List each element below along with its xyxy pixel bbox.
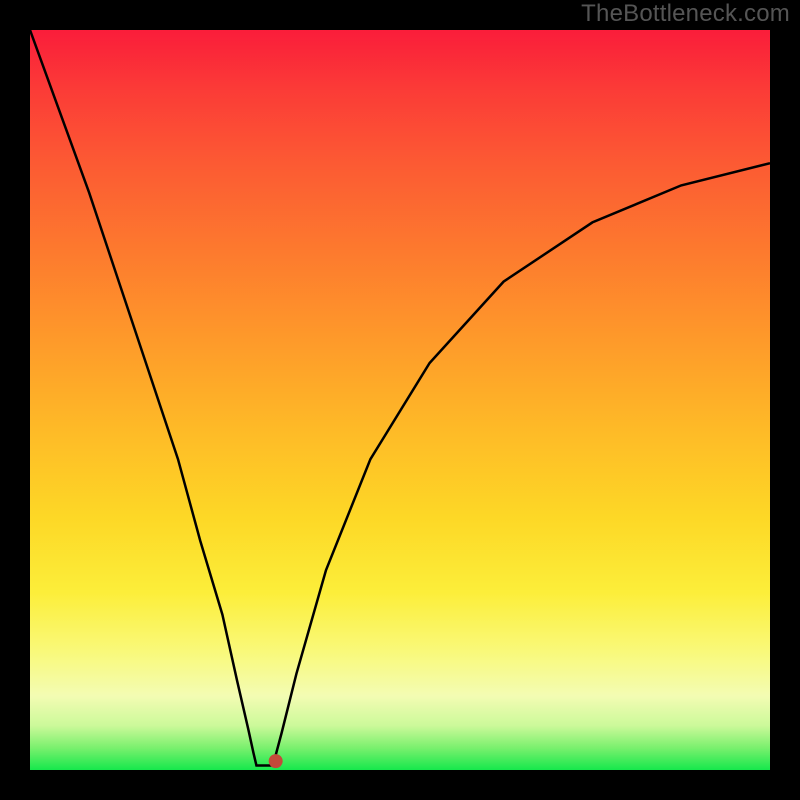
- vertex-marker: [269, 754, 283, 768]
- curve-layer: [30, 30, 770, 770]
- watermark-text: TheBottleneck.com: [581, 0, 790, 28]
- chart-stage: TheBottleneck.com: [0, 0, 800, 800]
- bottleneck-curve: [30, 30, 770, 766]
- plot-area: [30, 30, 770, 770]
